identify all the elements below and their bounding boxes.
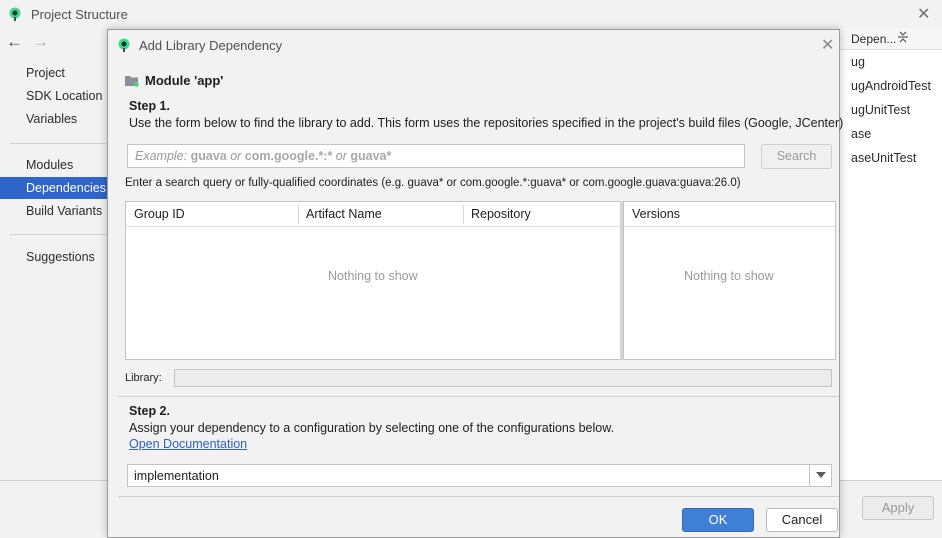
project-structure-title: Project Structure [31,7,128,22]
ok-button[interactable]: OK [682,508,754,532]
module-folder-icon [125,75,139,87]
dialog-titlebar: Add Library Dependency ✕ [108,30,839,60]
android-studio-icon [8,7,22,21]
back-arrow-icon[interactable]: ← [6,32,23,52]
step1-title: Step 1. [129,99,170,113]
chevron-down-icon[interactable] [809,465,831,486]
close-icon[interactable]: ✕ [821,35,834,55]
column-header-group-id[interactable]: Group ID [126,202,298,227]
placeholder-prefix: Example: [135,149,191,163]
step1-description: Use the form below to find the library t… [129,116,844,130]
configuration-item[interactable]: ug [851,55,865,69]
column-header-versions[interactable]: Versions [624,202,835,227]
sidebar-item-variables[interactable]: Variables [0,108,107,130]
sidebar-item-label: Variables [26,112,78,126]
configuration-dropdown[interactable]: implementation [127,464,832,487]
search-hint: Enter a search query or fully-qualified … [125,177,741,189]
configuration-item[interactable]: ugAndroidTest [851,79,931,93]
library-search-input[interactable]: Example: guava or com.google.*:* or guav… [127,144,745,168]
configuration-item[interactable]: ase [851,127,871,141]
step2-description: Assign your dependency to a configuratio… [129,421,615,435]
sidebar-divider [10,143,107,144]
versions-empty-text: Nothing to show [684,269,774,283]
placeholder-or: or [332,149,351,163]
sidebar-item-modules[interactable]: Modules [0,154,107,176]
dependencies-right-panel: Depen... ug ugAndroidTest ugUnitTest ase… [838,28,942,480]
apply-button[interactable]: Apply [862,496,934,520]
sidebar-item-project[interactable]: Project [0,62,107,84]
sidebar-item-label: Modules [26,158,74,172]
section-divider [118,396,839,397]
module-label: Module 'app' [145,73,224,88]
sidebar-item-label: Project [26,66,65,80]
open-documentation-link[interactable]: Open Documentation [129,437,247,451]
add-library-dependency-dialog: Add Library Dependency ✕ Module 'app' St… [107,29,844,538]
cancel-button[interactable]: Cancel [766,508,838,532]
close-icon[interactable]: ✕ [917,4,930,24]
placeholder-example-b: com.google.*:* [244,149,333,163]
project-structure-sidebar: Project SDK Location Variables Modules D… [0,56,107,538]
collapse-all-icon[interactable] [897,30,909,47]
dependencies-column-header[interactable]: Depen... [839,28,942,50]
search-placeholder: Example: guava or com.google.*:* or guav… [135,149,391,163]
search-button[interactable]: Search [761,144,832,169]
configuration-item[interactable]: ugUnitTest [851,103,910,117]
column-header-artifact-name[interactable]: Artifact Name [298,202,463,227]
dependencies-header-label: Depen... [851,32,897,46]
section-divider [118,496,839,497]
configuration-item[interactable]: aseUnitTest [851,151,916,165]
column-header-repository[interactable]: Repository [463,202,621,227]
results-empty-text: Nothing to show [328,269,418,283]
sidebar-item-build-variants[interactable]: Build Variants [0,200,107,222]
sidebar-item-label: Build Variants [26,204,103,218]
library-label: Library: [125,372,162,384]
placeholder-example-c: guava* [350,149,392,163]
forward-arrow-icon[interactable]: → [32,32,49,52]
configuration-value: implementation [134,469,219,483]
project-structure-titlebar: Project Structure ✕ [0,0,942,28]
library-field [174,369,832,387]
sidebar-item-sdk-location[interactable]: SDK Location [0,85,107,107]
sidebar-divider [10,234,107,235]
search-results-table[interactable]: Group ID Artifact Name Repository Nothin… [125,201,622,360]
placeholder-or: or [226,149,245,163]
sidebar-item-label: SDK Location [26,89,103,103]
step2-title: Step 2. [129,404,170,418]
sidebar-item-dependencies[interactable]: Dependencies [0,177,107,199]
placeholder-example-a: guava [190,149,227,163]
sidebar-item-label: Suggestions [26,250,95,264]
sidebar-item-label: Dependencies [26,181,106,195]
android-studio-icon [117,38,131,52]
versions-table[interactable]: Versions Nothing to show [623,201,836,360]
sidebar-item-suggestions[interactable]: Suggestions [0,246,107,268]
dialog-title: Add Library Dependency [139,38,283,53]
